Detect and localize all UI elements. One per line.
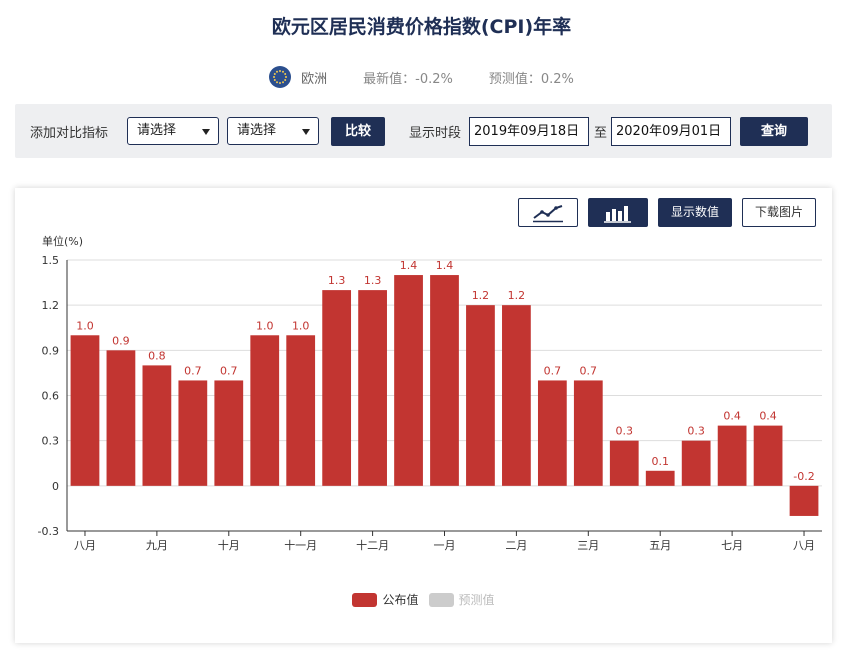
bar — [645, 470, 675, 486]
indicator-meta: 欧洲 最新值：-0.2% 预测值：0.2% — [0, 66, 843, 88]
bar — [753, 425, 783, 486]
bar — [466, 305, 495, 486]
bar — [789, 485, 819, 516]
bar — [322, 290, 352, 486]
x-tick-label: 十一月 — [284, 538, 317, 552]
x-tick-label: 十月 — [218, 538, 240, 552]
bar-value-label: 1.0 — [256, 319, 274, 332]
x-tick-label: 十二月 — [356, 538, 389, 552]
bar-value-label: 1.3 — [364, 274, 382, 287]
latest-value: 最新值：-0.2% — [363, 71, 453, 87]
bar — [681, 440, 711, 486]
bar-value-label: 0.7 — [184, 364, 202, 377]
bar-value-label: 1.2 — [472, 289, 490, 302]
bar-value-label: 0.8 — [148, 349, 166, 362]
bar-value-label: 0.4 — [759, 410, 777, 423]
legend-swatch-published — [352, 592, 378, 607]
bar — [573, 380, 603, 486]
query-button[interactable]: 查询 — [740, 117, 808, 146]
y-tick-label: 0.3 — [42, 435, 60, 448]
compare-select-1[interactable]: 请选择 — [127, 117, 219, 145]
legend-item-published[interactable]: 公布值 — [352, 591, 419, 608]
bar-value-label: 0.4 — [723, 410, 741, 423]
bar — [106, 350, 136, 486]
bar — [250, 335, 280, 486]
y-tick-label: 1.2 — [42, 299, 60, 312]
x-tick-label: 五月 — [649, 539, 671, 552]
bar-value-label: 0.7 — [544, 364, 562, 377]
bar — [178, 380, 208, 486]
legend-item-forecast[interactable]: 预测值 — [428, 591, 495, 608]
chart-legend: 公布值 预测值 — [15, 591, 832, 608]
bar — [358, 290, 387, 486]
y-tick-label: 0.6 — [42, 390, 60, 403]
legend-label-forecast: 预测值 — [458, 593, 495, 607]
bar-value-label: 1.2 — [508, 289, 526, 302]
filter-toolbar: 添加对比指标 请选择 请选择 比较 显示时段 2019年09月18日 至 202… — [15, 104, 832, 158]
bar — [609, 440, 639, 486]
bar — [537, 380, 567, 486]
y-tick-label: 0.9 — [42, 344, 60, 357]
bar-value-label: 0.1 — [651, 455, 669, 468]
y-axis-label: 单位(%) — [42, 234, 83, 248]
eu-flag-icon — [269, 66, 292, 88]
x-tick-label: 二月 — [505, 539, 527, 552]
x-tick-label: 八月 — [793, 539, 815, 552]
x-tick-label: 七月 — [721, 539, 743, 552]
bar-value-label: 0.7 — [220, 364, 238, 377]
x-tick-label: 三月 — [577, 539, 599, 552]
compare-label: 添加对比指标 — [30, 126, 109, 141]
x-tick-label: 八月 — [74, 539, 96, 552]
compare-select-1-value: 请选择 — [137, 123, 177, 138]
bar-value-label: 1.4 — [400, 259, 418, 272]
bar — [502, 305, 531, 486]
end-date-input[interactable]: 2020年09月01日 — [611, 117, 731, 146]
bar — [142, 365, 172, 486]
bar — [430, 275, 459, 486]
forecast-value: 预测值：0.2% — [488, 71, 574, 87]
bar-value-label: 1.3 — [328, 274, 346, 287]
bar-value-label: -0.2 — [793, 470, 814, 483]
y-tick-label: -0.3 — [38, 525, 59, 538]
bar-value-label: 0.9 — [112, 334, 130, 347]
page-title: 欧元区居民消费价格指数(CPI)年率 — [271, 16, 572, 38]
compare-select-2-value: 请选择 — [237, 123, 277, 138]
date-range-separator: 至 — [594, 126, 608, 141]
x-tick-label: 一月 — [434, 539, 456, 552]
bar — [286, 335, 316, 486]
period-label: 显示时段 — [409, 126, 462, 141]
x-tick-label: 九月 — [146, 539, 168, 552]
bar-value-label: 0.7 — [580, 364, 598, 377]
chart-panel: 显示数值 下载图片 单位(%) -0.3 0 0.3 0.6 0.9 1.2 1.5 1.0 0.… — [15, 188, 832, 643]
bar — [394, 275, 423, 486]
bar-value-label: 0.3 — [687, 425, 705, 438]
bar-value-label: 1.4 — [436, 259, 454, 272]
bar-value-label: 1.0 — [76, 319, 94, 332]
region-label: 欧洲 — [301, 71, 328, 87]
start-date-input[interactable]: 2019年09月18日 — [469, 117, 589, 146]
bar-value-label: 0.3 — [616, 425, 634, 438]
legend-label-published: 公布值 — [382, 593, 419, 607]
legend-swatch-forecast — [428, 592, 454, 607]
chevron-down-icon — [302, 129, 310, 135]
y-tick-label: 0 — [52, 480, 59, 493]
bar — [717, 425, 747, 486]
bar-value-label: 1.0 — [292, 319, 310, 332]
chevron-down-icon — [202, 129, 210, 135]
bar — [70, 335, 100, 486]
y-tick-label: 1.5 — [42, 254, 60, 267]
compare-button[interactable]: 比较 — [331, 117, 385, 146]
compare-select-2[interactable]: 请选择 — [227, 117, 319, 145]
bar-chart: 单位(%) -0.3 0 0.3 0.6 0.9 1.2 1.5 1.0 0.9 0.8 0.7 0.7… — [38, 234, 822, 552]
bar — [214, 380, 244, 486]
